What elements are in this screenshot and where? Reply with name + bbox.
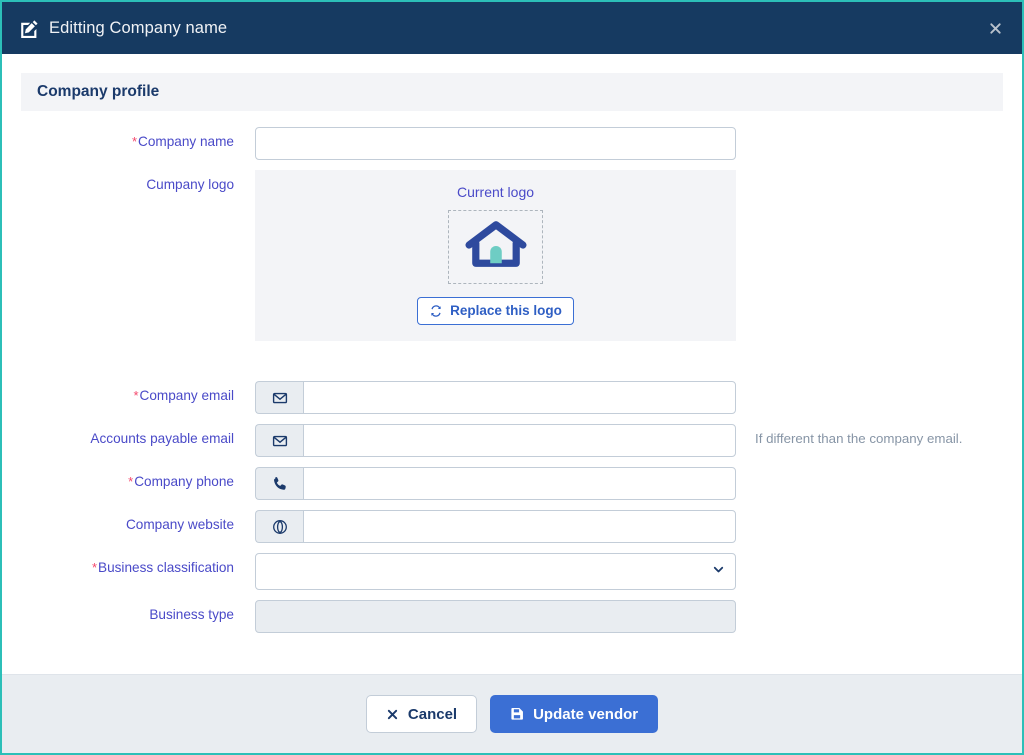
modal-footer: Cancel Update vendor	[2, 674, 1022, 753]
compass-globe-icon	[255, 510, 303, 543]
form-row-company-name: *Company name	[21, 127, 1003, 160]
label-text: Cumpany logo	[146, 177, 234, 192]
control-company-logo: Current logo Replace this logo	[255, 170, 736, 341]
label-company-email: *Company email	[21, 381, 255, 405]
envelope-icon	[255, 424, 303, 457]
envelope-icon	[255, 381, 303, 414]
company-email-input[interactable]	[303, 381, 736, 414]
business-type-input	[255, 600, 736, 633]
accounts-payable-email-input[interactable]	[303, 424, 736, 457]
label-text: Accounts payable email	[90, 431, 234, 446]
logo-preview-frame	[448, 210, 543, 284]
edit-pencil-square-icon	[20, 19, 39, 38]
required-marker: *	[91, 560, 97, 575]
input-group-company-website	[255, 510, 736, 543]
form-row-business-classification: *Business classification	[21, 553, 1003, 590]
label-text: Company phone	[134, 474, 234, 489]
x-icon	[386, 708, 399, 721]
replace-logo-label: Replace this logo	[450, 303, 562, 319]
update-vendor-button[interactable]: Update vendor	[490, 695, 659, 733]
business-classification-select[interactable]	[255, 553, 736, 590]
label-text: Company name	[138, 134, 234, 149]
label-text: Business classification	[98, 560, 234, 575]
house-home-icon	[464, 220, 527, 275]
company-name-input[interactable]	[255, 127, 736, 160]
control-company-name	[255, 127, 736, 160]
control-company-phone	[255, 467, 736, 500]
company-website-input[interactable]	[303, 510, 736, 543]
control-company-website	[255, 510, 736, 543]
label-company-website: Company website	[21, 510, 255, 534]
edit-company-modal: Editting Company name Company profile *C…	[0, 0, 1024, 755]
refresh-sync-icon	[429, 304, 443, 318]
section-header-company-profile: Company profile	[21, 73, 1003, 111]
select-wrap-business-classification	[255, 553, 736, 590]
label-accounts-payable-email: Accounts payable email	[21, 424, 255, 448]
logo-panel: Current logo Replace this logo	[255, 170, 736, 341]
section-title: Company profile	[37, 83, 160, 100]
required-marker: *	[131, 134, 138, 149]
label-text: Company website	[125, 517, 234, 532]
input-group-accounts-payable-email	[255, 424, 736, 457]
form-row-business-type: Business type	[21, 600, 1003, 633]
modal-title: Editting Company name	[49, 18, 228, 37]
control-business-type	[255, 600, 736, 633]
control-company-email	[255, 381, 736, 414]
label-business-type: Business type	[21, 600, 255, 624]
company-phone-input[interactable]	[303, 467, 736, 500]
required-marker: *	[133, 388, 139, 403]
save-floppy-icon	[510, 707, 524, 721]
input-group-company-email	[255, 381, 736, 414]
phone-icon	[255, 467, 303, 500]
cancel-button[interactable]: Cancel	[365, 695, 478, 733]
modal-header: Editting Company name	[2, 2, 1022, 54]
close-x-icon[interactable]	[982, 15, 1008, 41]
label-text: Company email	[139, 388, 234, 403]
form-row-accounts-payable-email: Accounts payable email If different than…	[21, 424, 1003, 457]
modal-body: Company profile *Company name Cumpany lo…	[2, 54, 1022, 674]
label-business-classification: *Business classification	[21, 553, 255, 577]
form-row-company-phone: *Company phone	[21, 467, 1003, 500]
label-company-logo: Cumpany logo	[21, 170, 255, 194]
form-row-company-logo: Cumpany logo Current logo Replace this l…	[21, 170, 1003, 341]
current-logo-caption: Current logo	[456, 184, 535, 200]
control-accounts-payable-email	[255, 424, 736, 457]
label-text: Business type	[149, 607, 234, 622]
required-marker: *	[128, 474, 134, 489]
label-company-phone: *Company phone	[21, 467, 255, 491]
help-text-accounts-payable-email: If different than the company email.	[755, 431, 963, 446]
label-company-name: *Company name	[21, 127, 255, 151]
cancel-button-label: Cancel	[407, 705, 458, 723]
update-vendor-button-label: Update vendor	[533, 705, 639, 723]
modal-header-left: Editting Company name	[20, 19, 227, 38]
control-business-classification	[255, 553, 736, 590]
form-row-company-email: *Company email	[21, 381, 1003, 414]
input-group-company-phone	[255, 467, 736, 500]
form-row-company-website: Company website	[21, 510, 1003, 543]
replace-logo-button[interactable]: Replace this logo	[417, 297, 574, 325]
